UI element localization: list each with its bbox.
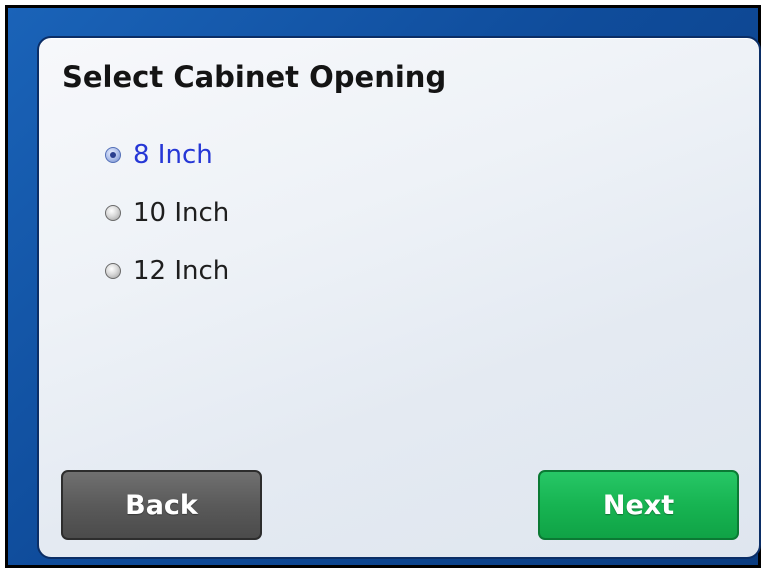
option-label: 10 Inch bbox=[133, 198, 230, 228]
option-12-inch[interactable]: 12 Inch bbox=[105, 242, 505, 300]
cabinet-opening-radio-group: 8 Inch 10 Inch 12 Inch bbox=[105, 126, 505, 300]
radio-unselected-icon[interactable] bbox=[105, 263, 121, 279]
option-label: 8 Inch bbox=[133, 140, 213, 170]
next-button[interactable]: Next bbox=[538, 470, 739, 540]
option-label: 12 Inch bbox=[133, 256, 230, 286]
option-8-inch[interactable]: 8 Inch bbox=[105, 126, 505, 184]
dialog-panel: Select Cabinet Opening 8 Inch 10 Inch 12… bbox=[37, 36, 761, 559]
option-10-inch[interactable]: 10 Inch bbox=[105, 184, 505, 242]
radio-unselected-icon[interactable] bbox=[105, 205, 121, 221]
window-frame: Select Cabinet Opening 8 Inch 10 Inch 12… bbox=[5, 5, 761, 568]
dialog-title: Select Cabinet Opening bbox=[62, 60, 447, 94]
radio-selected-icon[interactable] bbox=[105, 147, 121, 163]
back-button[interactable]: Back bbox=[61, 470, 262, 540]
